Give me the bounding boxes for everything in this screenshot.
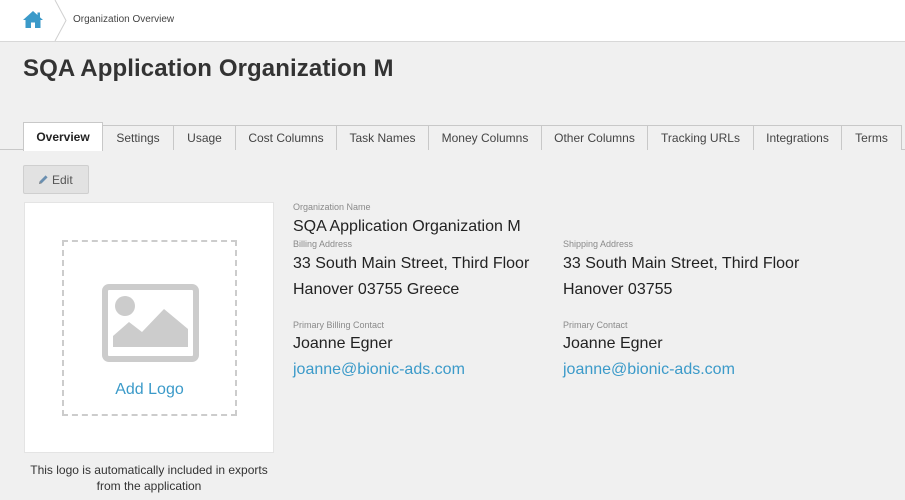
logo-note: This logo is automatically included in e… [30, 463, 268, 493]
primary-contact-email-link[interactable]: joanne@bionic-ads.com [563, 361, 735, 379]
tab-tracking-urls[interactable]: Tracking URLs [648, 125, 754, 150]
image-icon [102, 284, 199, 362]
primary-contact-label: Primary Contact [563, 320, 628, 330]
tab-money-columns[interactable]: Money Columns [429, 125, 542, 150]
shipping-address-line2: Hanover 03755 [563, 281, 673, 298]
logo-panel: Add Logo [24, 202, 274, 453]
breadcrumb-current: Organization Overview [73, 14, 175, 25]
tab-bar: Overview Settings Usage Cost Columns Tas… [0, 122, 905, 151]
billing-contact-name: Joanne Egner [293, 335, 393, 352]
shipping-address-label: Shipping Address [563, 239, 634, 249]
tab-other-columns[interactable]: Other Columns [542, 125, 648, 150]
billing-address-line2: Hanover 03755 Greece [293, 281, 460, 298]
org-name-value: SQA Application Organization M [293, 218, 521, 235]
tab-task-names[interactable]: Task Names [337, 125, 429, 150]
primary-contact-name: Joanne Egner [563, 335, 663, 352]
breadcrumb-separator [54, 0, 67, 41]
tab-settings[interactable]: Settings [103, 125, 174, 150]
billing-contact-email-link[interactable]: joanne@bionic-ads.com [293, 361, 465, 379]
tab-overview[interactable]: Overview [23, 122, 103, 151]
logo-upload-dropzone[interactable]: Add Logo [62, 240, 237, 416]
billing-address-line1: 33 South Main Street, Third Floor [293, 255, 530, 272]
billing-address-label: Billing Address [293, 239, 353, 249]
pencil-icon [39, 175, 48, 184]
tab-cost-columns[interactable]: Cost Columns [236, 125, 337, 150]
tab-usage[interactable]: Usage [174, 125, 236, 150]
billing-contact-label: Primary Billing Contact [293, 320, 385, 330]
org-name-label: Organization Name [293, 202, 371, 212]
breadcrumb: Organization Overview [0, 0, 905, 42]
shipping-address-line1: 33 South Main Street, Third Floor [563, 255, 800, 272]
page-title: SQA Application Organization M [23, 55, 394, 82]
tab-integrations[interactable]: Integrations [754, 125, 842, 150]
tab-terms[interactable]: Terms [842, 125, 902, 150]
edit-button-label: Edit [52, 173, 73, 187]
add-logo-link[interactable]: Add Logo [64, 381, 235, 399]
edit-button[interactable]: Edit [23, 165, 89, 194]
home-icon[interactable] [16, 8, 54, 34]
